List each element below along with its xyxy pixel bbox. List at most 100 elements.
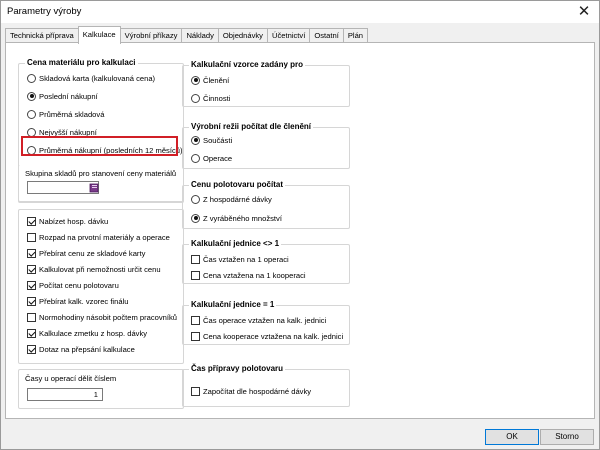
radio-button[interactable] [191, 194, 200, 204]
check-pocitat-cenu-polotovaru[interactable]: Počítat cenu polotovaru [27, 279, 119, 291]
formula-title: Kalkulační vzorce zadány pro [189, 60, 306, 69]
checkbox-label: Počítat cenu polotovaru [39, 280, 119, 290]
radio-button[interactable] [191, 213, 200, 223]
time-divide-group: Časy u operací dělit číslem 1 [18, 369, 184, 409]
radio-cleneni[interactable]: Členění [191, 74, 229, 86]
radio-label: Průměrná skladová [39, 109, 105, 119]
options-group: Nabízet hosp. dávku Rozpad na prvotní ma… [18, 209, 184, 364]
unit-one-group: Kalkulační jednice = 1 Čas operace vztaž… [182, 300, 350, 345]
checkbox[interactable] [191, 386, 200, 396]
window-title: Parametry výroby [7, 6, 82, 17]
check-normohodiny[interactable]: Normohodiny násobit počtem pracovníků [27, 311, 177, 323]
check-dotaz-prepsani[interactable]: Dotaz na přepsání kalkulace [27, 343, 135, 355]
checkbox[interactable] [27, 232, 36, 242]
tab-naklady[interactable]: Náklady [181, 28, 219, 43]
semiproduct-price-group: Cenu polotovaru počítat Z hospodárné dáv… [182, 180, 350, 229]
checkbox-label: Rozpad na prvotní materiály a operace [39, 232, 170, 242]
checkbox[interactable] [27, 344, 36, 354]
book-icon[interactable] [89, 183, 100, 193]
checkbox[interactable] [27, 280, 36, 290]
radio-skladova-karta[interactable]: Skladová karta (kalkulovaná cena) [27, 72, 155, 84]
radio-z-hospodarne-davky[interactable]: Z hospodárné dávky [191, 193, 272, 205]
check-nabizet-hosp-davku[interactable]: Nabízet hosp. dávku [27, 215, 108, 227]
radio-label: Činnosti [203, 93, 231, 103]
radio-label: Z hospodárné dávky [203, 194, 272, 204]
material-price-title: Cena materiálu pro kalkulaci [25, 58, 138, 67]
checkbox[interactable] [27, 328, 36, 338]
checkbox-label: Přebírat kalk. vzorec finálu [39, 296, 129, 306]
radio-button[interactable] [27, 109, 36, 119]
time-divide-input[interactable]: 1 [27, 388, 103, 401]
prep-time-title: Čas přípravy polotovaru [189, 364, 286, 373]
checkbox-label: Přebírat cenu ze skladové karty [39, 248, 146, 258]
tab-ostatni[interactable]: Ostatní [309, 28, 344, 43]
checkbox[interactable] [191, 270, 200, 280]
checkbox[interactable] [191, 315, 200, 325]
tab-ucetnictvi[interactable]: Účetnictví [266, 28, 311, 43]
check-kalkulace-zmetku[interactable]: Kalkulace zmetku z hosp. dávky [27, 327, 147, 339]
checkbox[interactable] [27, 248, 36, 258]
check-zapocitat[interactable]: Započítat dle hospodárné dávky [191, 385, 311, 397]
overhead-title: Výrobní režii počítat dle členění [189, 122, 314, 131]
radio-prumerna-skladova[interactable]: Průměrná skladová [27, 108, 104, 120]
checkbox[interactable] [191, 254, 200, 264]
unit-not-one-group: Kalkulační jednice <> 1 Čas vztažen na 1… [182, 239, 350, 284]
tab-vyrobni-prikazy[interactable]: Výrobní příkazy [119, 28, 183, 43]
radio-button[interactable] [191, 135, 200, 145]
check-rozpad[interactable]: Rozpad na prvotní materiály a operace [27, 231, 170, 243]
checkbox[interactable] [27, 296, 36, 306]
radio-label: Členění [203, 75, 230, 85]
checkbox[interactable] [27, 216, 36, 226]
checkbox-label: Kalkulace zmetku z hosp. dávky [39, 328, 148, 338]
check-prebirat-cenu[interactable]: Přebírat cenu ze skladové karty [27, 247, 145, 259]
tab-content-kalkulace: Cena materiálu pro kalkulaci Skladová ka… [5, 42, 595, 419]
close-icon[interactable]: ✕ [575, 3, 593, 21]
checkbox-label: Dotaz na přepsání kalkulace [39, 344, 135, 354]
checkbox-label: Čas operace vztažen na kalk. jednici [203, 315, 327, 325]
radio-button[interactable] [191, 93, 200, 103]
check-prebirat-kalk-vzorec[interactable]: Přebírat kalk. vzorec finálu [27, 295, 128, 307]
check-cas-vztazen[interactable]: Čas vztažen na 1 operaci [191, 253, 289, 265]
unit-one-title: Kalkulační jednice = 1 [189, 300, 277, 309]
check-cena-vztazena[interactable]: Cena vztažena na 1 kooperaci [191, 269, 306, 281]
warehouse-group-section: Skupina skladů pro stanovení ceny materi… [18, 165, 184, 203]
checkbox[interactable] [191, 331, 200, 341]
checkbox-label: Započítat dle hospodárné dávky [203, 386, 312, 396]
checkbox[interactable] [27, 264, 36, 274]
tab-plan[interactable]: Plán [342, 28, 369, 43]
radio-label: Operace [203, 153, 233, 163]
title-bar: Parametry výroby ✕ [1, 1, 599, 23]
tab-kalkulace[interactable]: Kalkulace [77, 26, 121, 44]
checkbox-label: Čas vztažen na 1 operaci [203, 254, 289, 264]
radio-z-vyrabeneho-mnozstvi[interactable]: Z vyráběného množství [191, 212, 282, 224]
unit-not-one-title: Kalkulační jednice <> 1 [189, 239, 282, 248]
warehouse-group-label: Skupina skladů pro stanovení ceny materi… [25, 169, 177, 178]
time-divide-label: Časy u operací dělit číslem [25, 374, 117, 383]
cancel-button[interactable]: Storno [540, 429, 594, 445]
radio-button[interactable] [191, 153, 200, 163]
radio-button[interactable] [27, 91, 36, 101]
radio-soucasti[interactable]: Součásti [191, 134, 232, 146]
check-cena-kooperace[interactable]: Cena kooperace vztažena na kalk. jednici [191, 330, 343, 342]
check-cas-operace[interactable]: Čas operace vztažen na kalk. jednici [191, 314, 326, 326]
tab-technicka-priprava[interactable]: Technická příprava [5, 28, 79, 43]
check-kalkulovat[interactable]: Kalkulovat při nemožnosti určit cenu [27, 263, 161, 275]
formula-group: Kalkulační vzorce zadány pro Členění Čin… [182, 60, 350, 107]
radio-label: Součásti [203, 135, 233, 145]
radio-posledni-nakupni[interactable]: Poslední nákupní [27, 90, 98, 102]
semiproduct-price-title: Cenu polotovaru počítat [189, 180, 285, 189]
tab-objednavky[interactable]: Objednávky [217, 28, 268, 43]
checkbox-label: Normohodiny násobit počtem pracovníků [39, 312, 178, 322]
checkbox-label: Cena vztažena na 1 kooperaci [203, 270, 306, 280]
radio-operace[interactable]: Operace [191, 152, 232, 164]
ok-button[interactable]: OK [485, 429, 539, 445]
radio-button[interactable] [27, 73, 36, 83]
radio-cinnosti[interactable]: Činnosti [191, 92, 230, 104]
checkbox-label: Kalkulovat při nemožnosti určit cenu [39, 264, 161, 274]
overhead-group: Výrobní režii počítat dle členění Součás… [182, 122, 350, 169]
prep-time-group: Čas přípravy polotovaru Započítat dle ho… [182, 364, 350, 407]
checkbox[interactable] [27, 312, 36, 322]
radio-button[interactable] [191, 75, 200, 85]
checkbox-label: Nabízet hosp. dávku [39, 216, 109, 226]
radio-label: Z vyráběného množství [203, 213, 282, 223]
